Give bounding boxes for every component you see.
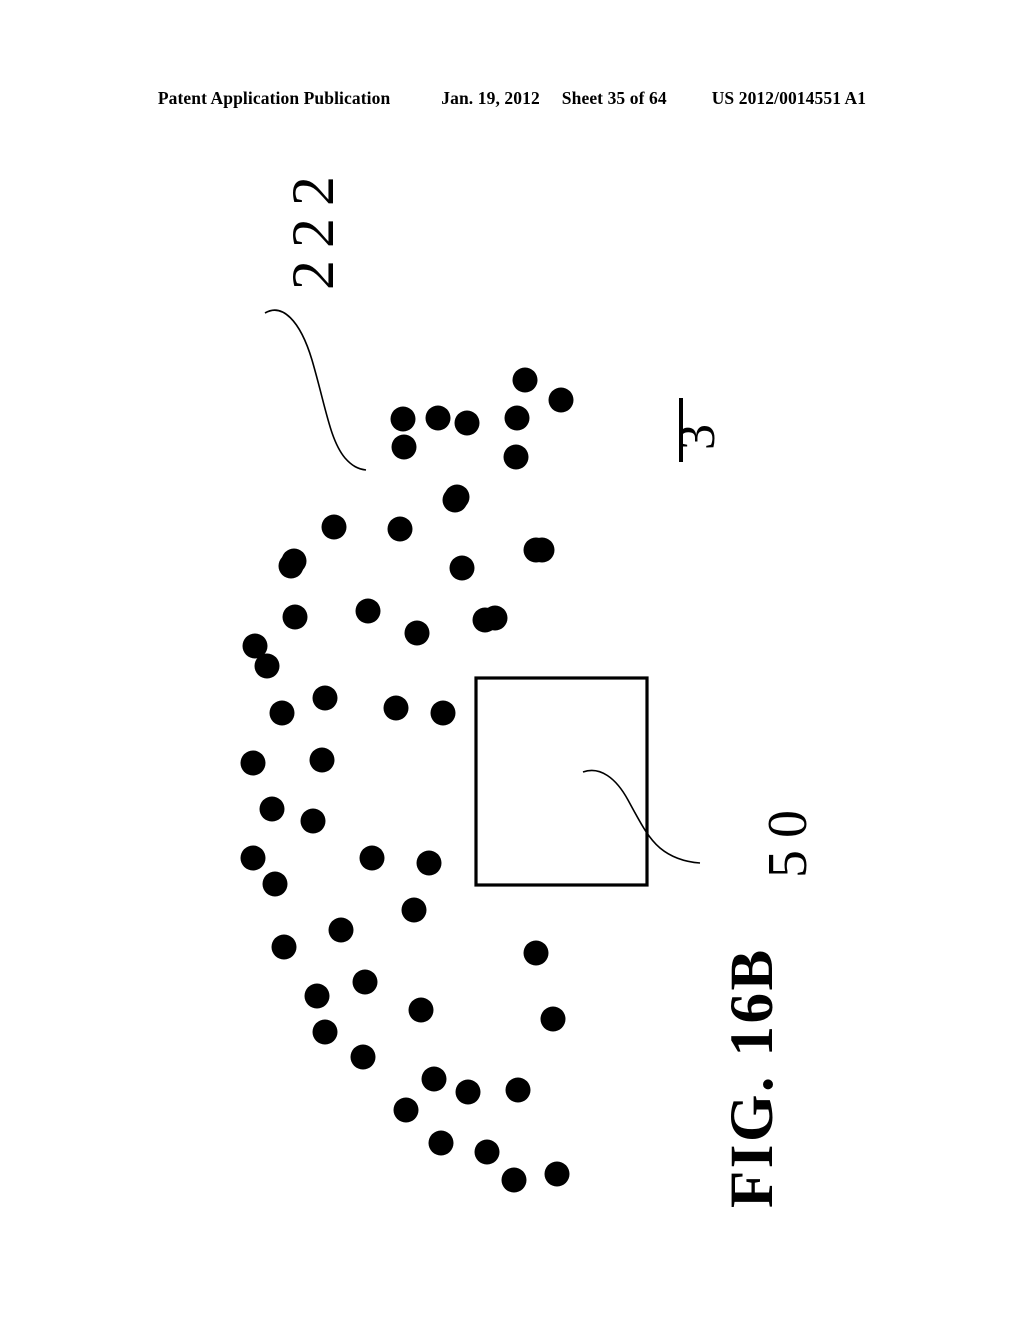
particle-dot [454,410,480,436]
particle-dot [523,537,549,563]
particle-dot [428,1130,454,1156]
particle-dot [425,405,451,431]
particle-dot [271,934,297,960]
figure-caption: FIG. 16B [719,947,786,1208]
particle-dot [262,871,288,897]
particle-dot [278,553,304,579]
particle-dot [404,620,430,646]
particle-dot [505,1077,531,1103]
figure-svg [240,309,701,1193]
particle-dot [321,514,347,540]
particle-dot [312,1019,338,1045]
leader-line-50 [582,769,701,864]
particle-dot [540,1006,566,1032]
particle-dot [312,685,338,711]
figure-drawing-area [0,0,1024,1320]
particle-dot [309,747,335,773]
particle-dot [472,607,498,633]
particle-dot [503,444,529,470]
particle-dot-cloud [240,367,574,1193]
particle-dot [421,1066,447,1092]
particle-dot [300,808,326,834]
particle-dot [259,796,285,822]
particle-dot [328,917,354,943]
particle-dot [240,750,266,776]
particle-dot [474,1139,500,1165]
particle-dot [548,387,574,413]
reference-numeral-222: 222 [280,164,346,290]
particle-dot [383,695,409,721]
particle-dot [544,1161,570,1187]
particle-dot [512,367,538,393]
particle-dot [523,940,549,966]
reference-numeral-50: 50 [757,798,819,878]
particle-dot [240,845,266,871]
particle-dot [350,1044,376,1070]
particle-dot [504,405,530,431]
particle-dot [269,700,295,726]
particle-dot [416,850,442,876]
particle-dot [391,434,417,460]
leader-line-222 [264,309,367,471]
particle-dot [393,1097,419,1123]
particle-dot [282,604,308,630]
particle-dot [442,487,468,513]
particle-dot [387,516,413,542]
particle-dot [449,555,475,581]
particle-dot [359,845,385,871]
reference-numeral-3: 3 [669,424,726,450]
particle-dot [401,897,427,923]
particle-dot [408,997,434,1023]
particle-dot [304,983,330,1009]
particle-dot [501,1167,527,1193]
particle-dot [455,1079,481,1105]
square-region-outline [474,676,649,887]
particle-dot [390,406,416,432]
particle-dot [352,969,378,995]
particle-dot [430,700,456,726]
particle-dot [355,598,381,624]
particle-dot [242,633,268,659]
